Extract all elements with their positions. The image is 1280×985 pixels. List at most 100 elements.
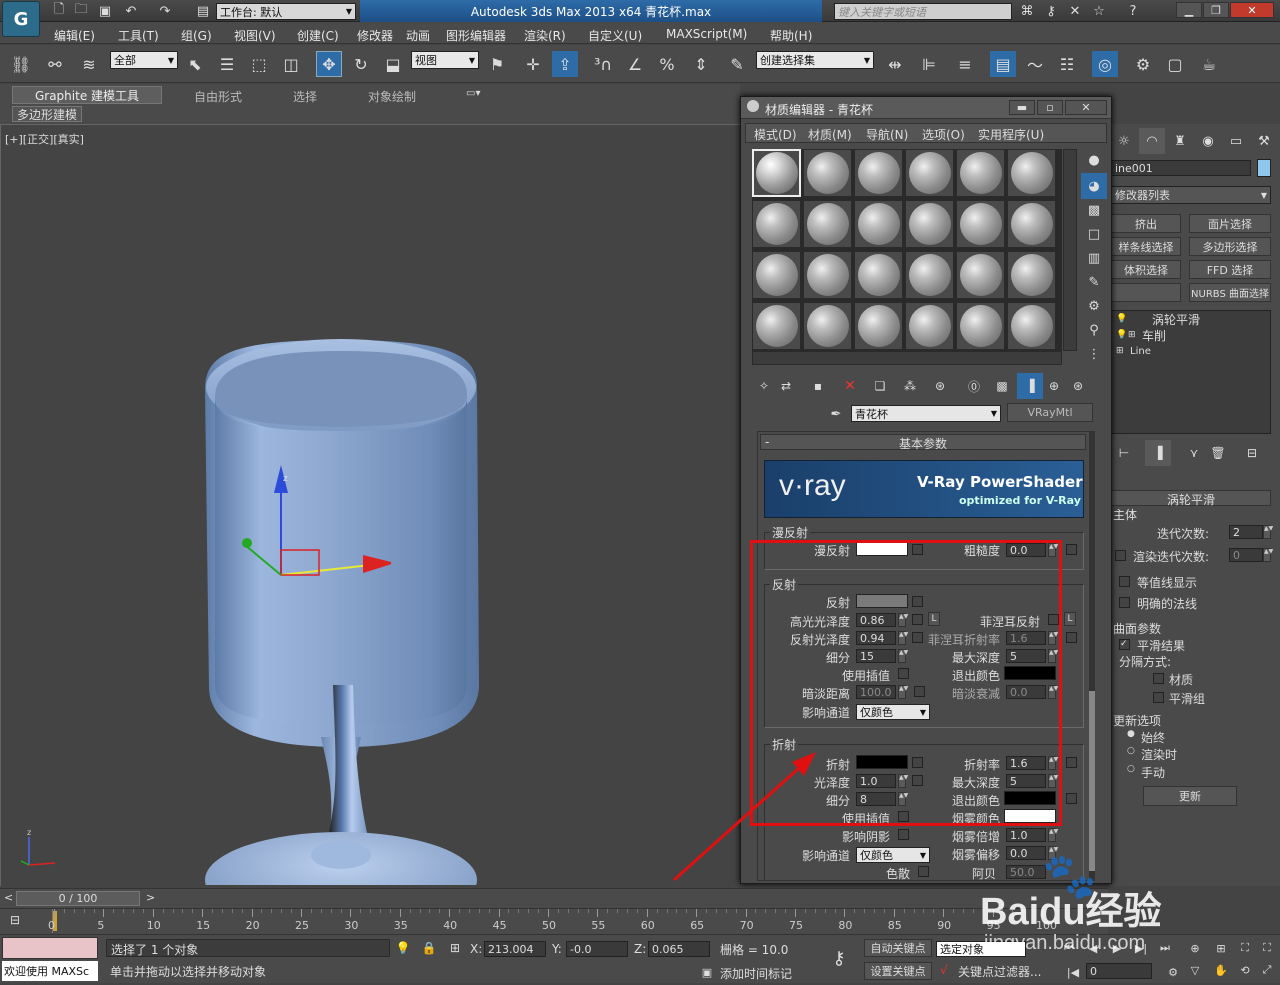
mod-vol-select-button[interactable]: 体积选择	[1111, 260, 1181, 279]
mod-spline-select-button[interactable]: 样条线选择	[1111, 237, 1181, 256]
mat-map-navigator-icon[interactable]: ⋮	[1081, 341, 1107, 367]
keyboard-shortcut-icon[interactable]: ⇪	[552, 51, 578, 77]
render-frame-icon[interactable]: ▢	[1162, 51, 1188, 77]
ribbon-options-icon[interactable]: ▭▾	[466, 88, 480, 99]
update-button[interactable]: 更新	[1143, 786, 1237, 806]
stack-item-turbosmooth[interactable]: 💡 涡轮平滑	[1112, 311, 1270, 327]
menu-tools[interactable]: 工具(T)	[118, 27, 159, 44]
tab-graphite[interactable]: Graphite 建模工具	[12, 86, 162, 104]
bulb-icon[interactable]: 💡	[1116, 314, 1136, 324]
key-mode-icon[interactable]: √	[940, 963, 948, 977]
sample-slot[interactable]	[803, 200, 852, 248]
sample-slot[interactable]	[1007, 251, 1056, 299]
object-color-swatch[interactable]	[1257, 159, 1271, 177]
put-to-library-icon[interactable]: ⊛	[927, 373, 953, 399]
ior-map-button[interactable]	[1066, 757, 1077, 768]
fov-icon[interactable]: ▽	[1182, 957, 1208, 983]
time-next-icon[interactable]: >	[146, 891, 155, 904]
iterations-input[interactable]: 2	[1229, 525, 1263, 539]
next-frame-icon[interactable]: ▶|	[1128, 935, 1154, 961]
object-name-field[interactable]: ine001	[1111, 160, 1251, 176]
render-iters-input[interactable]: 0	[1229, 548, 1263, 562]
sample-type-icon[interactable]: ●	[1081, 147, 1107, 173]
mat-editor-maximize-button[interactable]: ▫	[1037, 100, 1063, 115]
sample-slot[interactable]	[956, 251, 1005, 299]
pan-icon[interactable]: ✋	[1208, 957, 1234, 983]
mat-menu-modes[interactable]: 模式(D)	[754, 126, 797, 143]
reset-map-icon[interactable]: ✕	[837, 373, 863, 399]
redo-icon[interactable]: ↷	[152, 0, 178, 24]
select-by-name-icon[interactable]: ☰	[214, 51, 240, 77]
selected-objects-dropdown[interactable]: 选定对象	[936, 941, 1026, 957]
show-map-in-viewport-icon[interactable]: ▩	[989, 373, 1015, 399]
expand-icon[interactable]: ⊞	[1128, 330, 1142, 340]
mat-menu-utilities[interactable]: 实用程序(U)	[978, 126, 1044, 143]
unlink-icon[interactable]: ⚯	[42, 51, 68, 77]
isoline-checkbox[interactable]	[1119, 576, 1130, 587]
sample-slot[interactable]	[1007, 149, 1056, 197]
mat-editor-titlebar[interactable]: 材质编辑器 - 青花杯 ▬ ▫ ✕	[741, 97, 1111, 119]
render-iters-spinner[interactable]: ▲▼	[1263, 548, 1273, 562]
affect-shadows-checkbox[interactable]	[898, 829, 909, 840]
modifier-list-dropdown[interactable]: 修改器列表 ▼	[1111, 186, 1271, 204]
scale-icon[interactable]: ⬓	[380, 51, 406, 77]
display-tab-icon[interactable]: ▭	[1223, 128, 1249, 154]
pivot-icon[interactable]: ⚑	[484, 51, 510, 77]
bind-spacewarp-icon[interactable]: ≋	[76, 51, 102, 77]
spinner-snap-icon[interactable]: ⇕	[688, 51, 714, 77]
fog-bias-input[interactable]: 0.0	[1006, 846, 1046, 860]
move-icon[interactable]: ✥	[316, 51, 342, 77]
motion-tab-icon[interactable]: ◉	[1195, 128, 1221, 154]
turbosmooth-rollout-title[interactable]: 涡轮平滑	[1111, 490, 1271, 507]
bulb-icon[interactable]: 💡	[1116, 330, 1128, 340]
mat-menu-navigation[interactable]: 导航(N)	[866, 126, 908, 143]
put-to-scene-icon[interactable]: ⇄	[773, 373, 799, 399]
stack-item-line[interactable]: ⊞ Line	[1112, 343, 1270, 359]
manually-radio[interactable]: ○	[1127, 764, 1135, 774]
sample-slot[interactable]	[1007, 200, 1056, 248]
help-icon[interactable]: ?	[1120, 0, 1146, 24]
assign-material-icon[interactable]: ▪	[805, 373, 831, 399]
background-icon[interactable]: ▩	[1081, 197, 1107, 223]
fog-bias-spinner[interactable]: ▲▼	[1048, 846, 1058, 860]
time-slider[interactable]: < 0 / 100 >	[0, 888, 1108, 908]
y-coord-input[interactable]: -0.0	[566, 941, 628, 957]
make-unique-icon[interactable]: ⋎	[1181, 440, 1207, 466]
select-object-icon[interactable]: ⬉	[182, 51, 208, 77]
backlight-icon[interactable]: ◕	[1081, 173, 1107, 199]
mirror-icon[interactable]: ⇹	[882, 51, 908, 77]
material-editor-icon[interactable]: ◎	[1092, 51, 1118, 77]
stack-item-lathe[interactable]: 💡 ⊞ 车削	[1112, 327, 1270, 343]
undo-icon[interactable]: ↶	[118, 0, 144, 24]
prev-frame-icon[interactable]: ◀	[1080, 935, 1106, 961]
sample-slot[interactable]	[956, 200, 1005, 248]
menu-rendering[interactable]: 渲染(R)	[524, 27, 566, 44]
dispersion-checkbox[interactable]	[918, 866, 929, 877]
go-forward-sibling-icon[interactable]: ⊛	[1065, 373, 1091, 399]
workspace-dropdown[interactable]: 工作台: 默认 ▼	[216, 3, 356, 20]
mod-ffd-select-button[interactable]: FFD 选择	[1189, 260, 1271, 279]
binoculars-icon[interactable]: ⌘	[1014, 0, 1040, 24]
mod-nurbs-select-button[interactable]: NURBS 曲面选择	[1189, 283, 1271, 302]
ribbon-sub-polymodeling[interactable]: 多边形建模	[12, 106, 82, 122]
selection-filter-dropdown[interactable]: 全部 ▼	[110, 51, 178, 69]
link-icon[interactable]: ⛓	[8, 51, 34, 77]
mat-menu-material[interactable]: 材质(M)	[808, 126, 852, 143]
sample-slot[interactable]	[854, 149, 903, 197]
sample-slots-hscroll[interactable]	[752, 351, 1062, 365]
mat-menu-options[interactable]: 选项(O)	[922, 126, 965, 143]
sample-slots[interactable]	[752, 149, 1062, 351]
search-input[interactable]: 键入关键字或短语	[834, 3, 1012, 20]
key-icon[interactable]: ⚷	[1038, 0, 1064, 24]
sample-slot[interactable]	[905, 302, 954, 350]
sample-slot[interactable]	[956, 149, 1005, 197]
sample-slot[interactable]	[905, 200, 954, 248]
set-key-big-icon[interactable]: ⚷	[826, 945, 852, 971]
hierarchy-tab-icon[interactable]: ♜	[1167, 128, 1193, 154]
current-frame-input[interactable]: 0	[1086, 963, 1152, 979]
mod-patch-select-button[interactable]: 面片选择	[1189, 214, 1271, 233]
fresnel-ior-map-button[interactable]	[1066, 632, 1077, 643]
tab-freeform[interactable]: 自由形式	[194, 88, 242, 105]
fresnel-lock-button[interactable]: L	[1064, 612, 1076, 626]
sample-slot[interactable]	[752, 302, 801, 350]
